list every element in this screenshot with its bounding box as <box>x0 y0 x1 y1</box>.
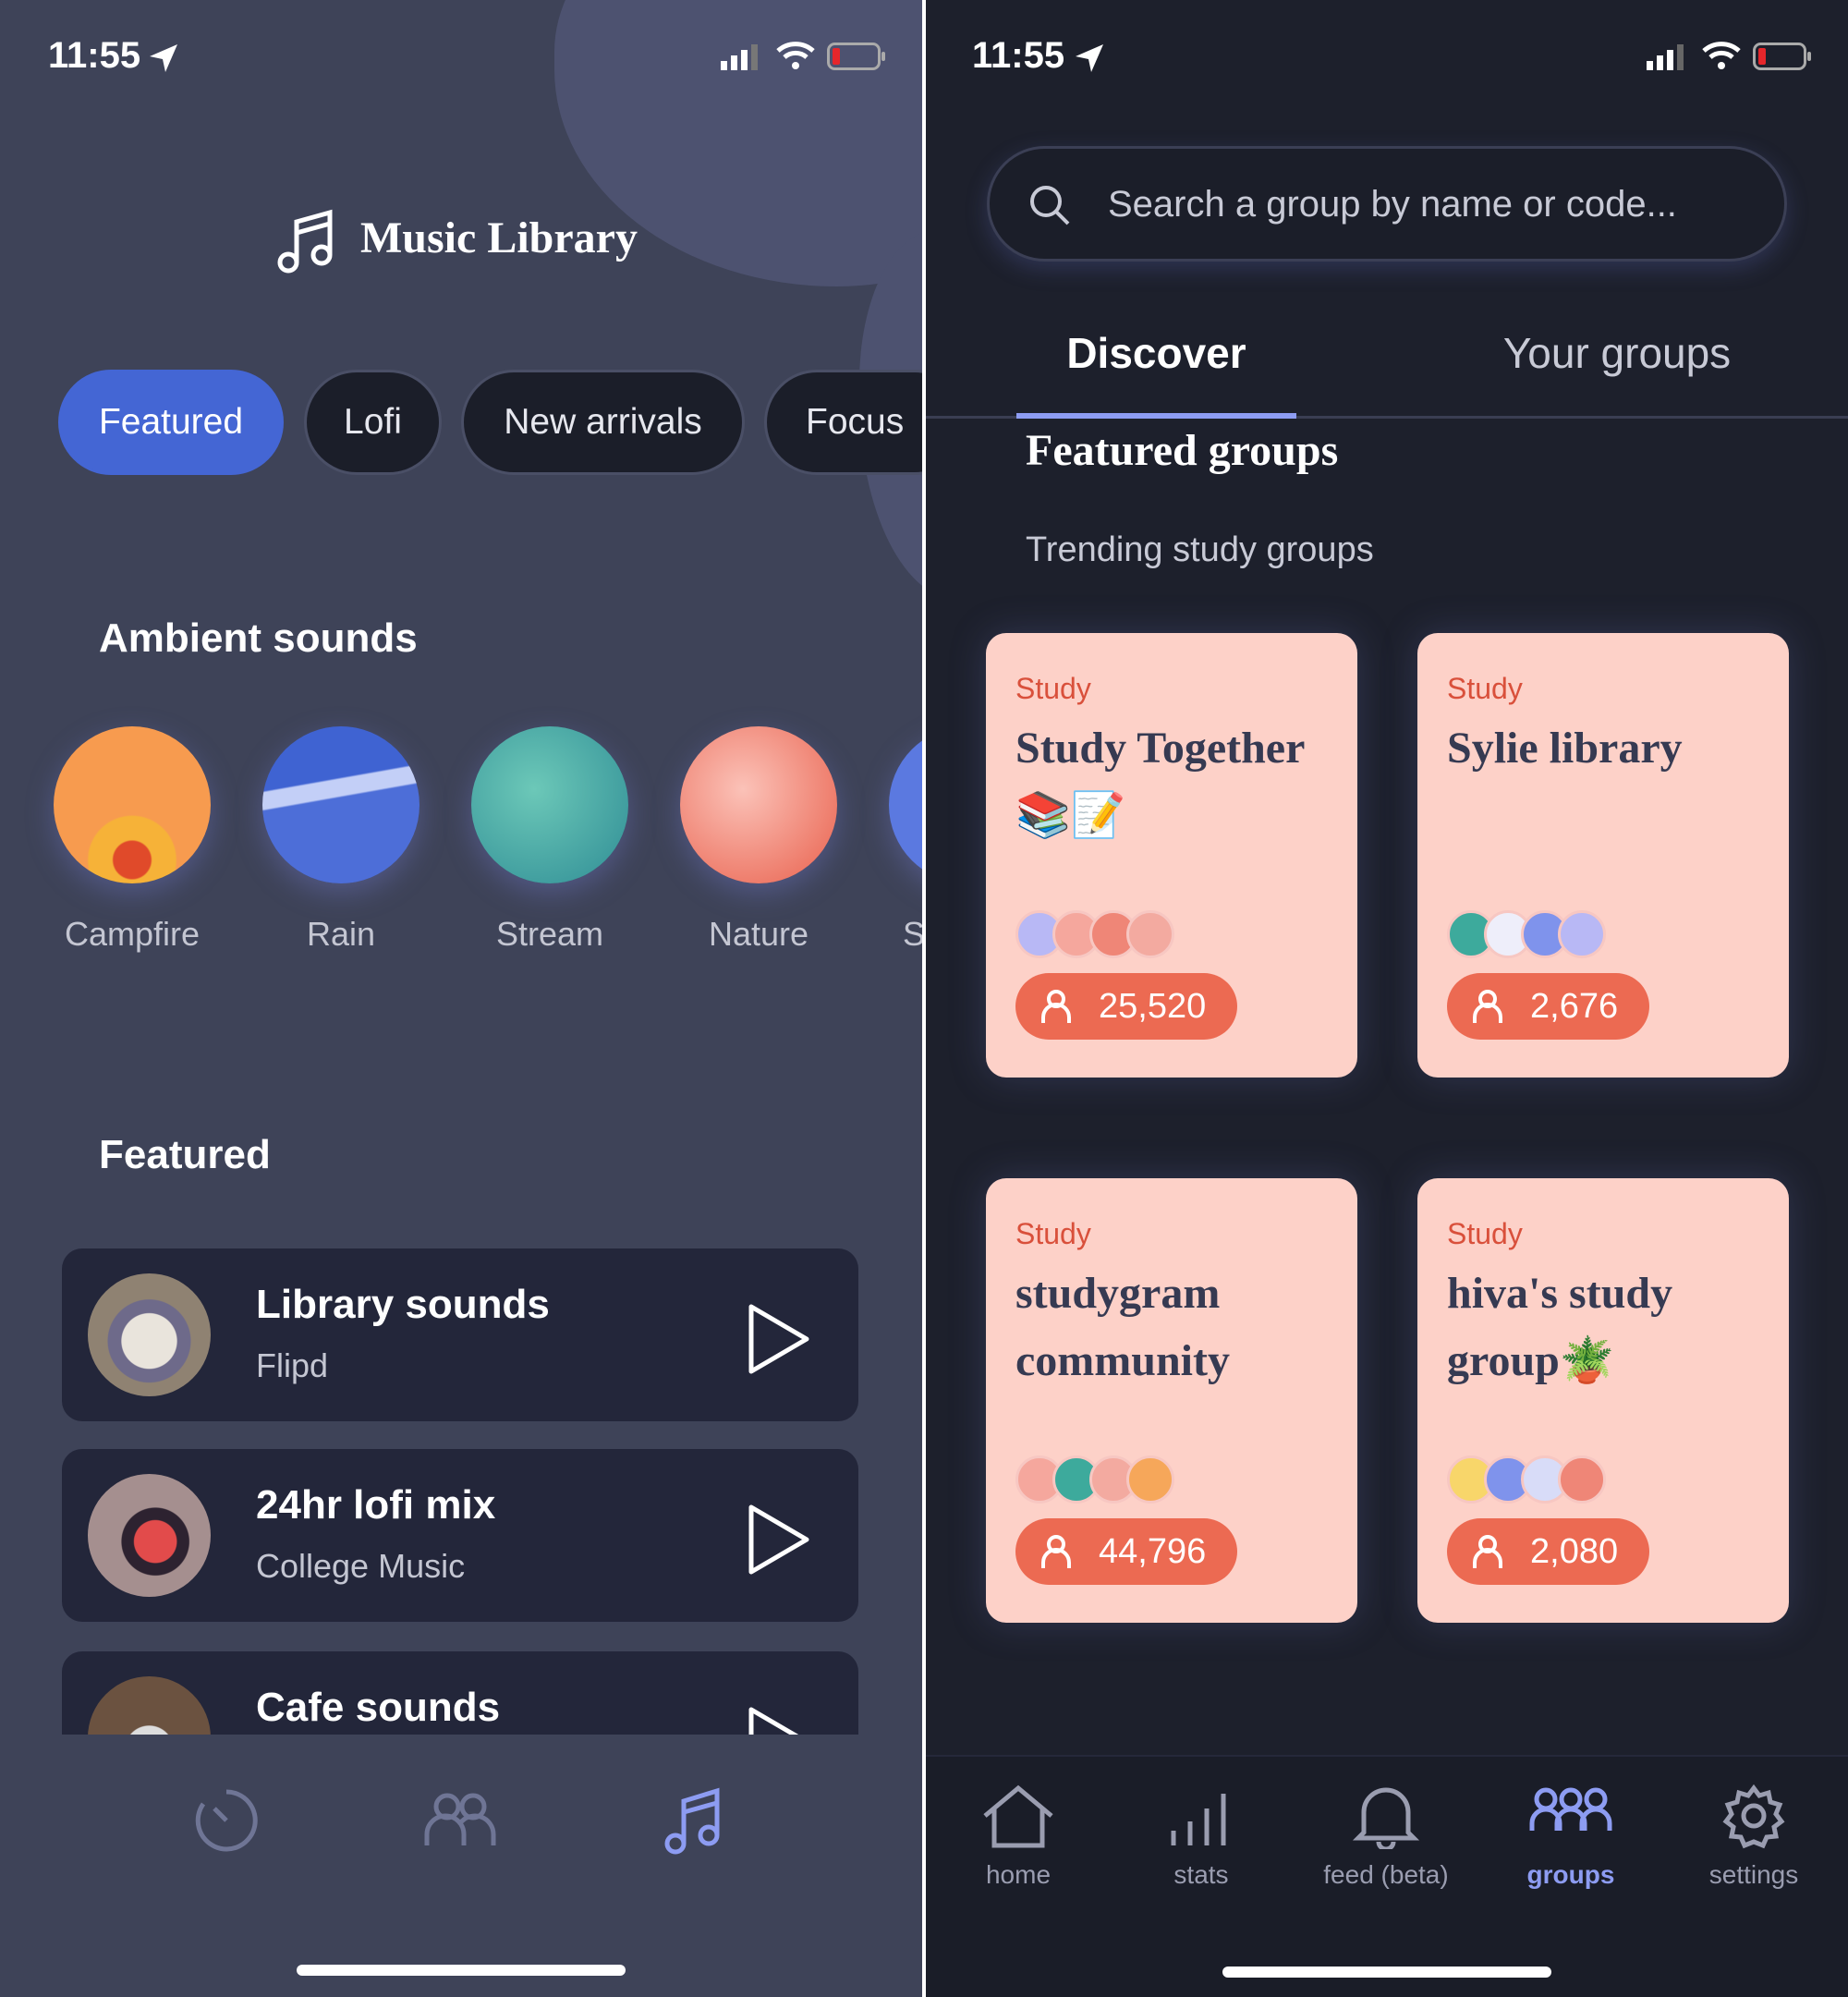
group-name: Study Together📚📝 <box>1015 724 1306 840</box>
status-time: 11:55 <box>48 35 141 76</box>
member-count-badge: 44,796 <box>1015 1518 1238 1585</box>
ambient-label: Stream <box>495 915 604 953</box>
track-thumbnail <box>88 1273 211 1396</box>
gear-icon <box>1722 1784 1785 1849</box>
member-count-badge: 2,080 <box>1447 1518 1650 1585</box>
featured-heading: Featured <box>99 1132 271 1177</box>
chip-new-arrivals[interactable]: New arrivals <box>461 370 745 475</box>
location-arrow-icon <box>1076 44 1103 72</box>
music-note-icon <box>277 209 333 274</box>
member-count-badge: 25,520 <box>1015 973 1238 1040</box>
ambient-nature[interactable] <box>680 726 837 883</box>
member-count: 2,080 <box>1530 1531 1619 1571</box>
track-title: Library sounds <box>256 1282 550 1327</box>
member-avatars <box>1015 910 1174 958</box>
group-name: studygram community <box>1015 1269 1230 1385</box>
track-artist: College Music <box>256 1547 466 1585</box>
section-title: Featured groups <box>1026 426 1339 475</box>
wifi-icon <box>1702 42 1741 69</box>
battery-icon <box>827 43 885 70</box>
groups-screen: 11:55 Search a group by name or code... … <box>926 0 1848 1997</box>
bell-icon <box>1352 1787 1420 1849</box>
status-time: 11:55 <box>972 35 1065 76</box>
groups-icon <box>1529 1787 1612 1831</box>
ambient-label: Campfire <box>64 915 201 953</box>
ambient-campfire[interactable] <box>54 726 211 883</box>
bottom-nav: home stats feed (beta) groups settings <box>926 1755 1848 1997</box>
member-avatars <box>1447 1455 1606 1504</box>
nav-label: settings <box>1708 1860 1799 1889</box>
active-tab-indicator <box>1016 413 1296 419</box>
stats-icon <box>1171 1794 1226 1845</box>
search-icon <box>1030 186 1070 225</box>
group-name: Sylie library <box>1447 724 1683 773</box>
person-icon <box>1041 990 1071 1023</box>
group-category: Study <box>1447 1217 1523 1250</box>
ambient-rain[interactable] <box>262 726 419 883</box>
nav-settings[interactable]: settings <box>1661 1784 1846 1890</box>
play-icon[interactable] <box>746 1503 812 1577</box>
chip-lofi[interactable]: Lofi <box>304 370 442 475</box>
ambient-sounds-heading: Ambient sounds <box>99 615 418 661</box>
signal-icon <box>1647 44 1684 70</box>
section-subtitle: Trending study groups <box>1026 530 1374 569</box>
group-card[interactable]: Study Sylie library 2,676 <box>1417 633 1789 1078</box>
bottom-nav <box>0 1735 922 1997</box>
person-icon <box>1041 1535 1071 1568</box>
chip-featured[interactable]: Featured <box>58 370 284 475</box>
search-input[interactable]: Search a group by name or code... <box>987 146 1787 262</box>
nav-label: home <box>985 1860 1052 1889</box>
battery-icon <box>1753 43 1811 70</box>
group-name: hiva's study group🪴 <box>1447 1269 1673 1385</box>
nav-label: feed (beta) <box>1323 1860 1449 1889</box>
group-card[interactable]: Study hiva's study group🪴 2,080 <box>1417 1178 1789 1623</box>
track-artist: Flipd <box>256 1346 329 1384</box>
nav-groups[interactable]: groups <box>1478 1784 1663 1890</box>
nav-stats[interactable]: stats <box>1109 1784 1294 1890</box>
groups-icon[interactable] <box>423 1790 497 1849</box>
home-indicator <box>1222 1967 1551 1978</box>
timer-icon[interactable] <box>194 1788 259 1853</box>
ambient-item-partial[interactable] <box>889 726 922 883</box>
group-category: Study <box>1447 672 1523 705</box>
tab-discover[interactable]: Discover <box>1016 328 1296 378</box>
member-count-badge: 2,676 <box>1447 973 1650 1040</box>
person-icon <box>1473 990 1502 1023</box>
group-category: Study <box>1015 672 1091 705</box>
home-indicator <box>297 1965 626 1976</box>
ambient-label: S <box>903 915 922 953</box>
search-placeholder: Search a group by name or code... <box>1108 184 1677 225</box>
track-item[interactable]: Library sounds Flipd <box>62 1248 858 1421</box>
ambient-label: Nature <box>708 915 809 953</box>
member-avatars <box>1015 1455 1174 1504</box>
member-count: 44,796 <box>1099 1531 1207 1571</box>
nav-label: stats <box>1173 1860 1229 1889</box>
location-arrow-icon <box>150 44 177 72</box>
chip-focus[interactable]: Focus <box>764 370 922 475</box>
track-thumbnail <box>88 1474 211 1597</box>
member-count: 25,520 <box>1099 986 1207 1026</box>
group-card[interactable]: Study Study Together📚📝 25,520 <box>986 633 1357 1078</box>
play-icon[interactable] <box>746 1302 812 1376</box>
group-card[interactable]: Study studygram community 44,796 <box>986 1178 1357 1623</box>
track-title: Cafe sounds <box>256 1685 501 1730</box>
person-icon <box>1473 1535 1502 1568</box>
page-title: Music Library <box>360 213 638 262</box>
ambient-stream[interactable] <box>471 726 628 883</box>
music-library-screen: 11:55 Music Library Featured Lofi New ar… <box>0 0 922 1997</box>
member-count: 2,676 <box>1530 986 1619 1026</box>
ambient-label: Rain <box>306 915 376 953</box>
track-item[interactable]: 24hr lofi mix College Music <box>62 1449 858 1622</box>
nav-home[interactable]: home <box>926 1784 1111 1890</box>
member-avatars <box>1447 910 1606 958</box>
music-note-icon[interactable] <box>663 1786 723 1857</box>
nav-label: groups <box>1526 1860 1615 1889</box>
group-category: Study <box>1015 1217 1091 1250</box>
nav-feed[interactable]: feed (beta) <box>1294 1784 1478 1890</box>
track-title: 24hr lofi mix <box>256 1482 496 1528</box>
home-icon <box>983 1784 1053 1848</box>
signal-icon <box>721 44 758 70</box>
tab-your-groups[interactable]: Your groups <box>1478 328 1756 378</box>
wifi-icon <box>776 42 815 69</box>
